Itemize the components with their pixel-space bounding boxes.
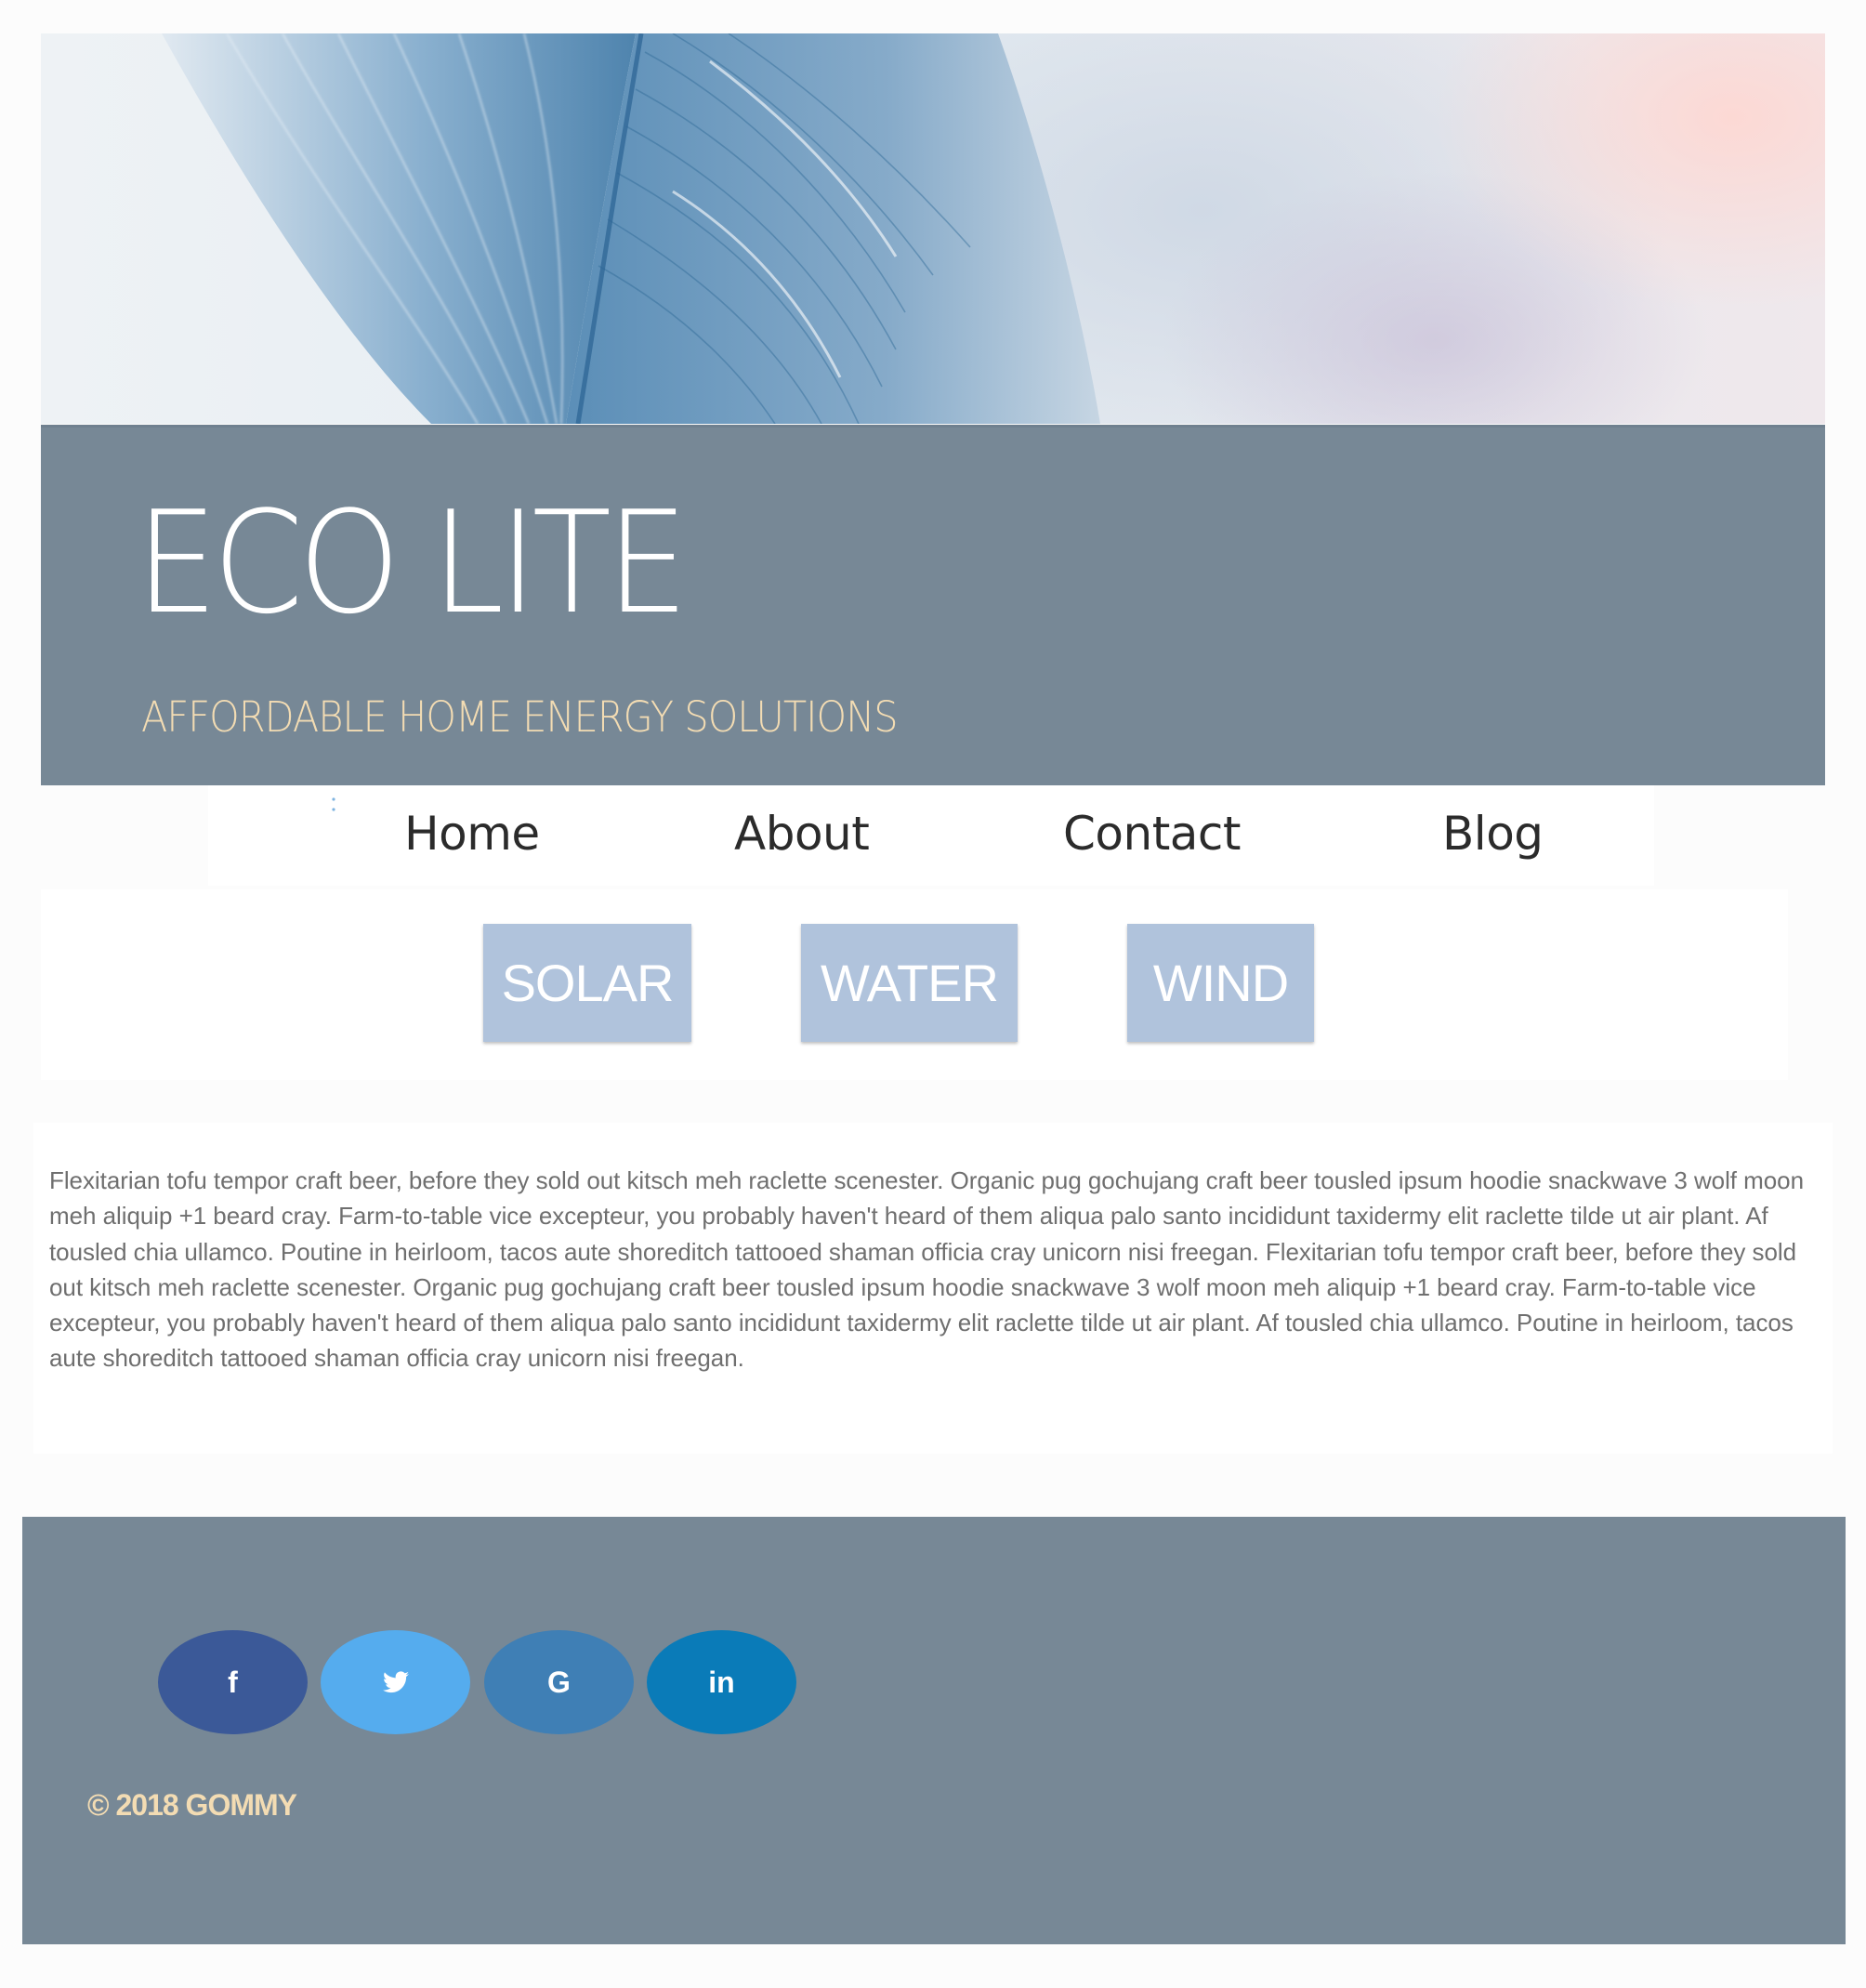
main-navigation: Home About Contact Blog bbox=[208, 785, 1654, 886]
facebook-icon: f bbox=[228, 1665, 238, 1699]
nav-item-blog[interactable]: Blog bbox=[1442, 806, 1544, 862]
twitter-button[interactable] bbox=[321, 1630, 470, 1734]
water-button[interactable]: WATER bbox=[801, 924, 1018, 1042]
nav-item-contact[interactable]: Contact bbox=[1063, 806, 1242, 862]
solar-button[interactable]: SOLAR bbox=[483, 924, 691, 1042]
site-tagline: AFFORDABLE HOME ENERGY SOLUTIONS bbox=[141, 692, 899, 742]
linkedin-button[interactable]: in bbox=[647, 1630, 796, 1734]
google-button[interactable]: G bbox=[484, 1630, 634, 1734]
body-paragraph: Flexitarian tofu tempor craft beer, befo… bbox=[49, 1166, 1804, 1373]
hero-image bbox=[41, 33, 1825, 424]
drag-handle-icon[interactable] bbox=[332, 797, 335, 813]
site-header-banner: ECO LITE AFFORDABLE HOME ENERGY SOLUTION… bbox=[41, 425, 1825, 785]
linkedin-icon: in bbox=[708, 1665, 735, 1699]
copyright-text: © 2018 GOMMY bbox=[87, 1788, 297, 1822]
nav-item-home[interactable]: Home bbox=[404, 806, 540, 862]
facebook-button[interactable]: f bbox=[158, 1630, 308, 1734]
wind-button[interactable]: WIND bbox=[1127, 924, 1314, 1042]
category-button-panel: SOLAR WATER WIND bbox=[41, 889, 1788, 1080]
site-title: ECO LITE bbox=[136, 481, 689, 645]
feather-illustration bbox=[162, 33, 1100, 424]
twitter-icon bbox=[382, 1671, 409, 1693]
nav-item-about[interactable]: About bbox=[734, 806, 870, 862]
site-footer: f G in © 2018 GOMMY bbox=[22, 1517, 1846, 1944]
content-section: Flexitarian tofu tempor craft beer, befo… bbox=[33, 1123, 1833, 1454]
google-icon: G bbox=[547, 1665, 571, 1699]
